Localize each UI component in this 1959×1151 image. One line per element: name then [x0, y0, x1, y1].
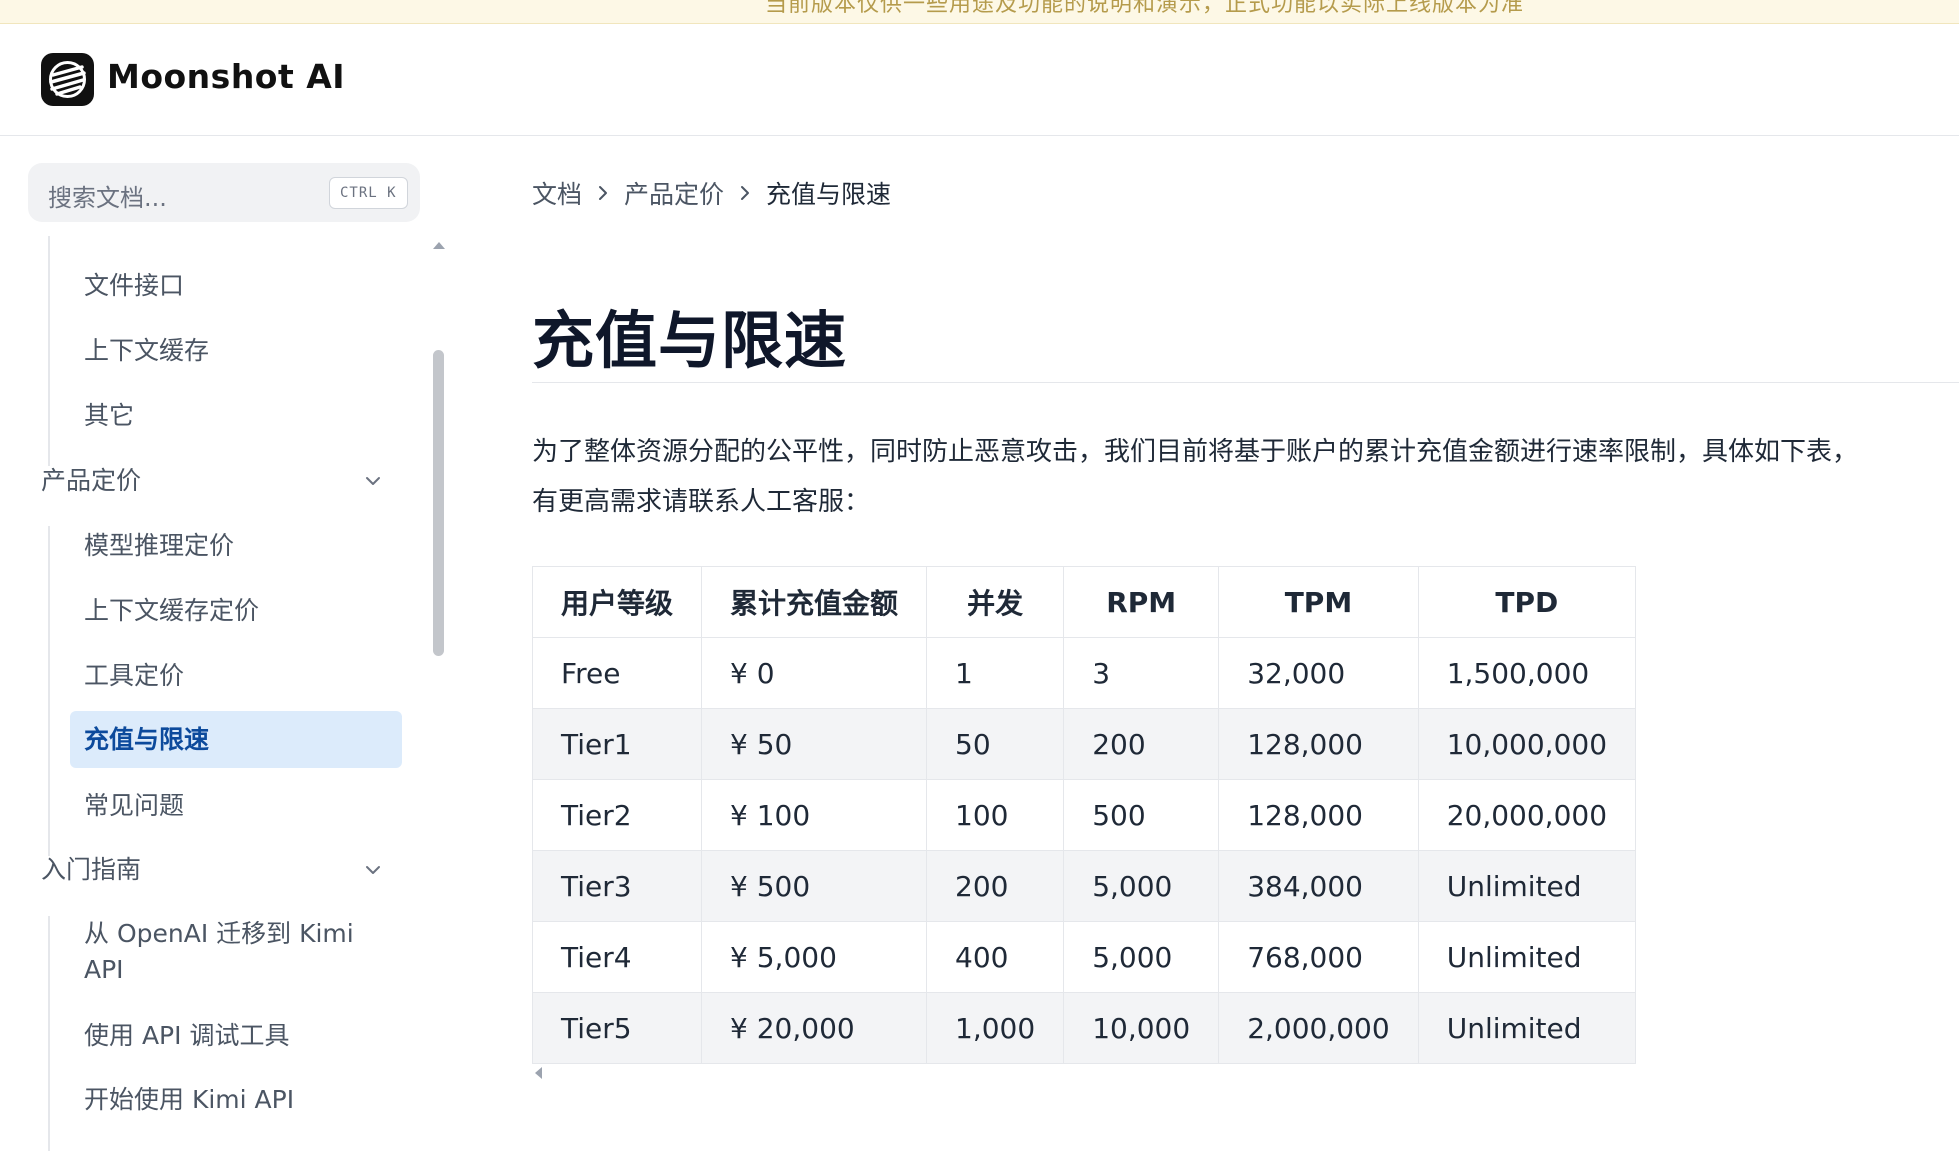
sidebar-item-start-kimi-api[interactable]: 开始使用 Kimi API — [84, 1082, 294, 1118]
column-header-tpd: TPD — [1417, 566, 1637, 638]
intro-line: 有更高需求请联系人工客服： — [532, 487, 871, 517]
sidebar-item-faq[interactable]: 常见问题 — [84, 788, 184, 824]
search-placeholder: 搜索文档... — [48, 184, 167, 212]
table-scroll-left-icon[interactable] — [535, 1067, 542, 1079]
chevron-down-icon[interactable] — [362, 470, 384, 492]
cell-tier: Tier1 — [531, 708, 703, 780]
cell-recharge: ¥ 5,000 — [701, 921, 928, 993]
breadcrumb: 文档 产品定价 充值与限速 — [532, 175, 891, 211]
cell-recharge: ¥ 500 — [701, 850, 928, 922]
cell-recharge: ¥ 100 — [701, 779, 928, 851]
cell-tier: Tier4 — [531, 921, 703, 993]
cell-tier: Tier5 — [531, 992, 703, 1064]
cell-tpd: 1,500,000 — [1417, 637, 1637, 709]
sidebar-section-getting-started[interactable]: 入门指南 — [41, 852, 141, 888]
nav-tree-line — [48, 916, 50, 1151]
sidebar-scroll-up-icon[interactable] — [433, 242, 445, 249]
cell-tpm: 768,000 — [1218, 921, 1419, 993]
announcement-banner: 当前版本仅供一些用途及功能的说明和演示，正式功能以实际上线版本为准 — [0, 0, 1959, 24]
table-row: Tier5 ¥ 20,000 1,000 10,000 2,000,000 Unlimit… — [531, 992, 1637, 1064]
cell-concurrency: 50 — [926, 708, 1065, 780]
chevron-right-icon — [599, 186, 608, 200]
cell-concurrency: 1 — [926, 637, 1065, 709]
cell-tier: Tier2 — [531, 779, 703, 851]
chevron-right-icon — [741, 186, 750, 200]
page-title: 充值与限速 — [532, 304, 848, 377]
table-header-row: 用户等级 累计充值金额 并发 RPM TPM TPD — [531, 566, 1637, 638]
cell-tpd: 20,000,000 — [1417, 779, 1637, 851]
sidebar-item-tool-pricing[interactable]: 工具定价 — [84, 658, 184, 694]
cell-recharge: ¥ 20,000 — [701, 992, 928, 1064]
banner-text: 当前版本仅供一些用途及功能的说明和演示，正式功能以实际上线版本为准 — [765, 0, 1525, 17]
sidebar-item-api-debug-tool[interactable]: 使用 API 调试工具 — [84, 1018, 289, 1054]
nav-tree-line — [48, 526, 50, 856]
table-row: Tier3 ¥ 500 200 5,000 384,000 Unlimited — [531, 850, 1637, 922]
cell-concurrency: 1,000 — [926, 992, 1065, 1064]
cell-tpm: 128,000 — [1218, 779, 1419, 851]
table-row: Free ¥ 0 1 3 32,000 1,500,000 — [531, 637, 1637, 709]
cell-rpm: 3 — [1063, 637, 1220, 709]
sidebar-item-cache-pricing[interactable]: 上下文缓存定价 — [84, 593, 259, 629]
sidebar-item-recharge-rate-limit[interactable]: 充值与限速 — [70, 711, 402, 768]
column-header-tpm: TPM — [1218, 566, 1419, 638]
intro-paragraph: 为了整体资源分配的公平性，同时防止恶意攻击，我们目前将基于账户的累计充值金额进行… — [532, 427, 1952, 527]
cell-recharge: ¥ 0 — [701, 637, 928, 709]
sidebar-item-label: 从 OpenAI 迁移到 Kimi — [84, 919, 354, 948]
cell-tpd: Unlimited — [1417, 992, 1637, 1064]
cell-tier: Free — [531, 637, 703, 709]
sidebar-nav: 文件接口 上下文缓存 其它 产品定价 模型推理定价 上下文缓存定价 工具定价 充… — [0, 236, 430, 1151]
column-header-concurrency: 并发 — [926, 566, 1065, 638]
cell-tier: Tier3 — [531, 850, 703, 922]
cell-concurrency: 400 — [926, 921, 1065, 993]
cell-tpd: 10,000,000 — [1417, 708, 1637, 780]
cell-tpm: 2,000,000 — [1218, 992, 1419, 1064]
column-header-rpm: RPM — [1063, 566, 1220, 638]
nav-tree-line — [48, 236, 50, 466]
breadcrumb-docs[interactable]: 文档 — [532, 175, 582, 211]
title-divider — [532, 382, 1959, 383]
sidebar-item-model-pricing[interactable]: 模型推理定价 — [84, 528, 234, 564]
sidebar-scrollbar-thumb[interactable] — [433, 350, 444, 656]
table-row: Tier2 ¥ 100 100 500 128,000 20,000,000 — [531, 779, 1637, 851]
column-header-tier: 用户等级 — [531, 566, 703, 638]
brand-name[interactable]: Moonshot AI — [107, 57, 345, 96]
column-header-recharge: 累计充值金额 — [701, 566, 928, 638]
site-header: Moonshot AI — [0, 24, 1959, 136]
sidebar-item-label: API — [84, 955, 124, 984]
intro-line: 为了整体资源分配的公平性，同时防止恶意攻击，我们目前将基于账户的累计充值金额进行… — [532, 437, 1859, 467]
cell-concurrency: 200 — [926, 850, 1065, 922]
cell-rpm: 200 — [1063, 708, 1220, 780]
cell-rpm: 5,000 — [1063, 921, 1220, 993]
cell-tpm: 384,000 — [1218, 850, 1419, 922]
cell-tpd: Unlimited — [1417, 850, 1637, 922]
breadcrumb-pricing[interactable]: 产品定价 — [624, 175, 724, 211]
keyboard-shortcut-badge: CTRL K — [329, 177, 408, 209]
sidebar-item-file-api[interactable]: 文件接口 — [84, 268, 184, 304]
cell-rpm: 5,000 — [1063, 850, 1220, 922]
cell-concurrency: 100 — [926, 779, 1065, 851]
table-body: Free ¥ 0 1 3 32,000 1,500,000 Tier1 ¥ 50 50 200 12… — [531, 637, 1637, 1064]
sidebar-item-context-cache[interactable]: 上下文缓存 — [84, 333, 209, 369]
sidebar-item-other[interactable]: 其它 — [84, 398, 134, 434]
sidebar-section-pricing[interactable]: 产品定价 — [41, 463, 141, 499]
chevron-down-icon[interactable] — [362, 859, 384, 881]
cell-rpm: 10,000 — [1063, 992, 1220, 1064]
breadcrumb-current: 充值与限速 — [766, 180, 892, 209]
cell-tpm: 32,000 — [1218, 637, 1419, 709]
sidebar-item-migrate-openai[interactable]: 从 OpenAI 迁移到 Kimi API — [84, 916, 354, 988]
rate-limit-table: 用户等级 累计充值金额 并发 RPM TPM TPD Free ¥ 0 1 3 32,0… — [531, 566, 1637, 1064]
search-docs-button[interactable]: 搜索文档... CTRL K — [28, 163, 420, 222]
moonshot-logo-icon[interactable] — [41, 53, 94, 106]
cell-tpm: 128,000 — [1218, 708, 1419, 780]
cell-rpm: 500 — [1063, 779, 1220, 851]
table-row: Tier1 ¥ 50 50 200 128,000 10,000,000 — [531, 708, 1637, 780]
cell-tpd: Unlimited — [1417, 921, 1637, 993]
table-row: Tier4 ¥ 5,000 400 5,000 768,000 Unlimited — [531, 921, 1637, 993]
cell-recharge: ¥ 50 — [701, 708, 928, 780]
